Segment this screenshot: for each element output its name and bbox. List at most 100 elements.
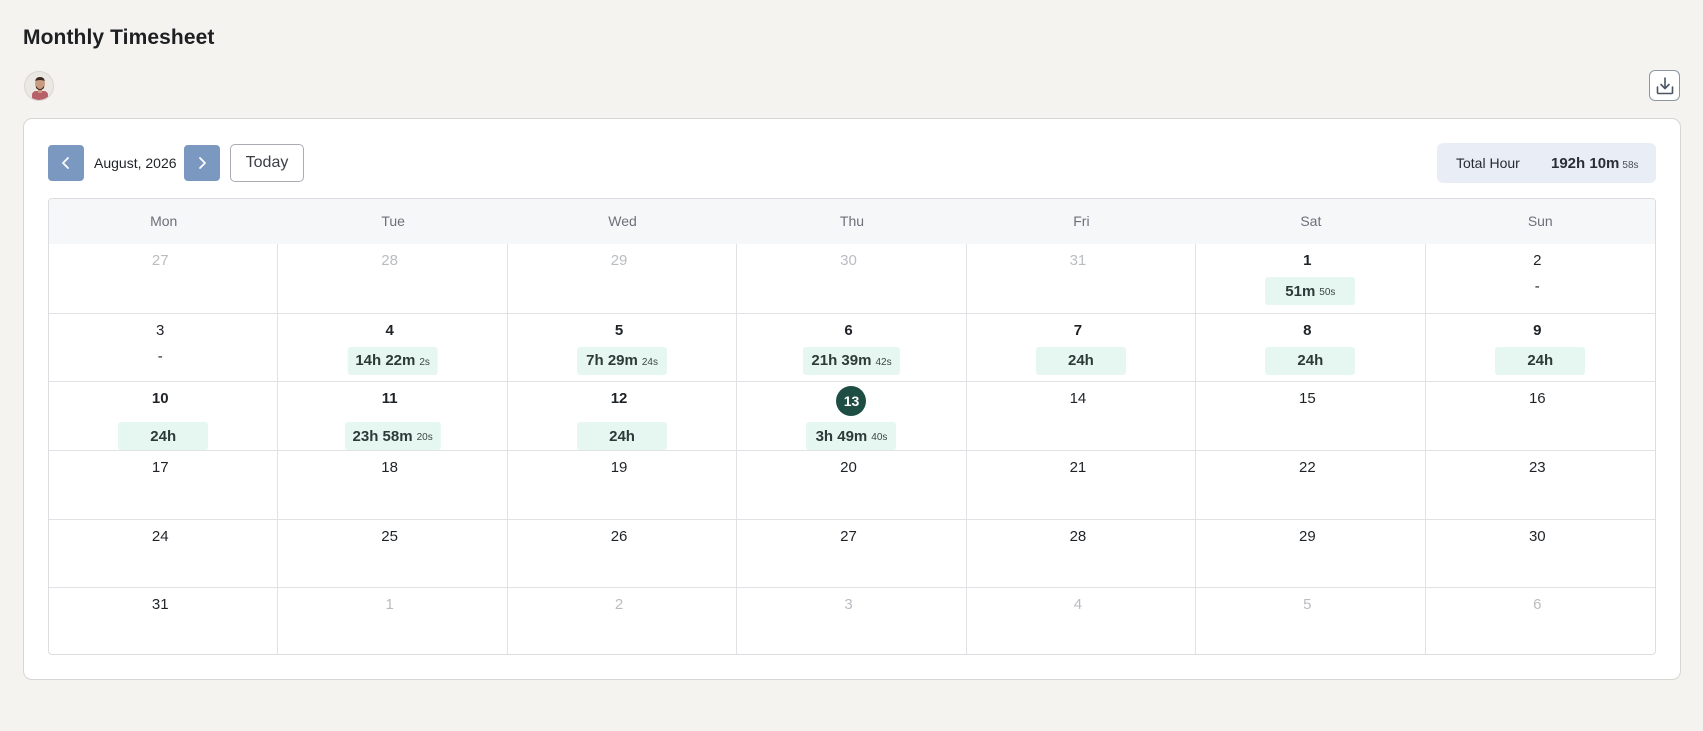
day-cell[interactable]: 5 <box>1196 587 1426 654</box>
day-cell[interactable]: 28 <box>278 244 508 313</box>
day-number: 8 <box>1303 321 1312 339</box>
duration-time: 7h 29m <box>586 352 638 370</box>
chevron-right-icon <box>199 157 206 169</box>
day-cell[interactable]: 26 <box>507 518 738 588</box>
logged-duration-chip: 24h <box>118 422 209 451</box>
day-cell[interactable]: 16 <box>1425 381 1655 450</box>
weekday-tue: Tue <box>381 213 405 229</box>
day-cell[interactable]: 14 <box>966 381 1197 450</box>
day-cell[interactable]: 28 <box>966 518 1197 588</box>
day-cell[interactable]: 29 <box>508 244 738 313</box>
day-cell[interactable]: 22 <box>1196 449 1426 519</box>
duration-time: 3h 49m <box>815 427 868 445</box>
day-cell[interactable]: 4 <box>966 587 1197 654</box>
day-number: 27 <box>151 252 169 269</box>
day-cell[interactable]: 18 <box>278 449 508 519</box>
day-number: 27 <box>840 527 857 545</box>
duration-seconds: 20s <box>416 432 433 444</box>
today-day-number: 13 <box>836 386 867 417</box>
day-number: 28 <box>1069 527 1087 545</box>
day-number: 10 <box>151 390 169 408</box>
user-avatar-icon <box>25 72 53 100</box>
no-entry-dash: - <box>1534 278 1540 295</box>
day-number: 3 <box>844 596 853 614</box>
month-calendar: Mon Tue Wed Thu Fri Sat Sun 27 28 29 30 31 1 51m 50s 2… <box>48 198 1656 655</box>
avatar[interactable] <box>24 71 54 101</box>
day-number: 21 <box>1069 458 1087 476</box>
day-cell[interactable]: 27 <box>737 518 967 588</box>
day-cell[interactable]: 6 21h 39m 42s <box>737 312 967 382</box>
day-cell[interactable]: 12 24h <box>507 381 738 451</box>
weekday-sat: Sat <box>1300 213 1322 229</box>
day-number: 7 <box>1073 321 1083 339</box>
day-cell[interactable]: 8 24h <box>1196 312 1426 382</box>
day-cell[interactable]: 3 <box>737 587 967 654</box>
day-number: 18 <box>381 458 398 476</box>
day-cell[interactable]: 1 <box>278 587 508 654</box>
day-cell[interactable]: 1 51m 50s <box>1196 244 1426 313</box>
day-number: 30 <box>1528 527 1546 545</box>
day-number: 2 <box>614 596 624 614</box>
day-cell[interactable]: 7 24h <box>966 312 1197 382</box>
download-icon <box>1656 76 1673 94</box>
day-cell[interactable]: 10 24h <box>49 381 279 451</box>
day-cell[interactable]: 6 <box>1425 587 1655 654</box>
logged-duration-chip: 24h <box>1495 346 1586 375</box>
duration-seconds: 42s <box>875 356 892 368</box>
download-button[interactable] <box>1649 70 1680 101</box>
day-cell[interactable]: 30 <box>737 244 967 313</box>
next-month-button[interactable] <box>184 145 220 181</box>
day-number: 30 <box>840 252 857 269</box>
day-cell[interactable]: 5 7h 29m 24s <box>507 312 738 382</box>
logged-duration-chip: 21h 39m 42s <box>803 346 900 375</box>
day-cell[interactable]: 19 <box>507 449 738 519</box>
duration-seconds: 40s <box>871 432 888 444</box>
duration-time: 24h <box>609 427 635 445</box>
weekday-fri: Fri <box>1073 213 1090 229</box>
day-cell[interactable]: 20 <box>737 449 967 519</box>
day-number: 20 <box>840 458 857 476</box>
day-cell[interactable]: 2 <box>507 587 738 654</box>
day-number: 31 <box>1069 252 1087 269</box>
day-cell[interactable]: 31 <box>49 587 279 654</box>
today-button[interactable]: Today <box>230 144 304 182</box>
total-hour-label: Total Hour <box>1456 155 1520 171</box>
month-label: August, 2026 <box>94 155 177 171</box>
calendar-grid: 27 28 29 30 31 1 51m 50s 2-3-4 14h 22m 2s 5 7h 29m 24… <box>49 244 1655 654</box>
day-cell[interactable]: 24 <box>49 518 279 588</box>
day-cell[interactable]: 27 <box>49 244 279 313</box>
day-cell[interactable]: 29 <box>1196 518 1426 588</box>
logged-duration-chip: 24h <box>1035 346 1126 375</box>
weekday-wed: Wed <box>608 213 637 229</box>
chevron-left-icon <box>62 157 69 169</box>
total-hour-seconds: 58s <box>1622 160 1639 171</box>
day-cell[interactable]: 25 <box>278 518 508 588</box>
day-cell[interactable]: 31 <box>967 244 1197 313</box>
day-number: 26 <box>610 527 628 545</box>
day-cell[interactable]: 2- <box>1426 244 1655 313</box>
total-hour-summary: Total Hour 192h 10m 58s <box>1437 143 1656 183</box>
day-cell[interactable]: 15 <box>1196 381 1426 450</box>
no-entry-dash: - <box>157 347 163 365</box>
day-cell[interactable]: 21 <box>966 449 1197 519</box>
day-cell[interactable]: 4 14h 22m 2s <box>278 312 508 382</box>
day-cell[interactable]: 11 23h 58m 20s <box>278 381 508 451</box>
day-cell[interactable]: 13 3h 49m 40s <box>737 381 967 451</box>
prev-month-button[interactable] <box>48 145 84 181</box>
duration-time: 14h 22m <box>355 352 416 370</box>
duration-time: 21h 39m <box>811 352 872 370</box>
duration-seconds: 2s <box>419 356 430 368</box>
day-number: 3 <box>156 321 165 339</box>
day-cell[interactable]: 23 <box>1425 449 1655 519</box>
day-cell[interactable]: 9 24h <box>1425 312 1655 382</box>
day-cell[interactable]: 3- <box>49 312 279 382</box>
day-number: 11 <box>381 390 398 408</box>
day-number: 23 <box>1528 458 1546 476</box>
day-number: 5 <box>614 321 624 339</box>
day-number: 5 <box>1303 596 1312 614</box>
duration-seconds: 50s <box>1319 287 1336 298</box>
duration-seconds: 24s <box>641 356 658 368</box>
day-cell[interactable]: 30 <box>1425 518 1655 588</box>
duration-time: 24h <box>1297 352 1324 370</box>
day-cell[interactable]: 17 <box>49 449 279 519</box>
